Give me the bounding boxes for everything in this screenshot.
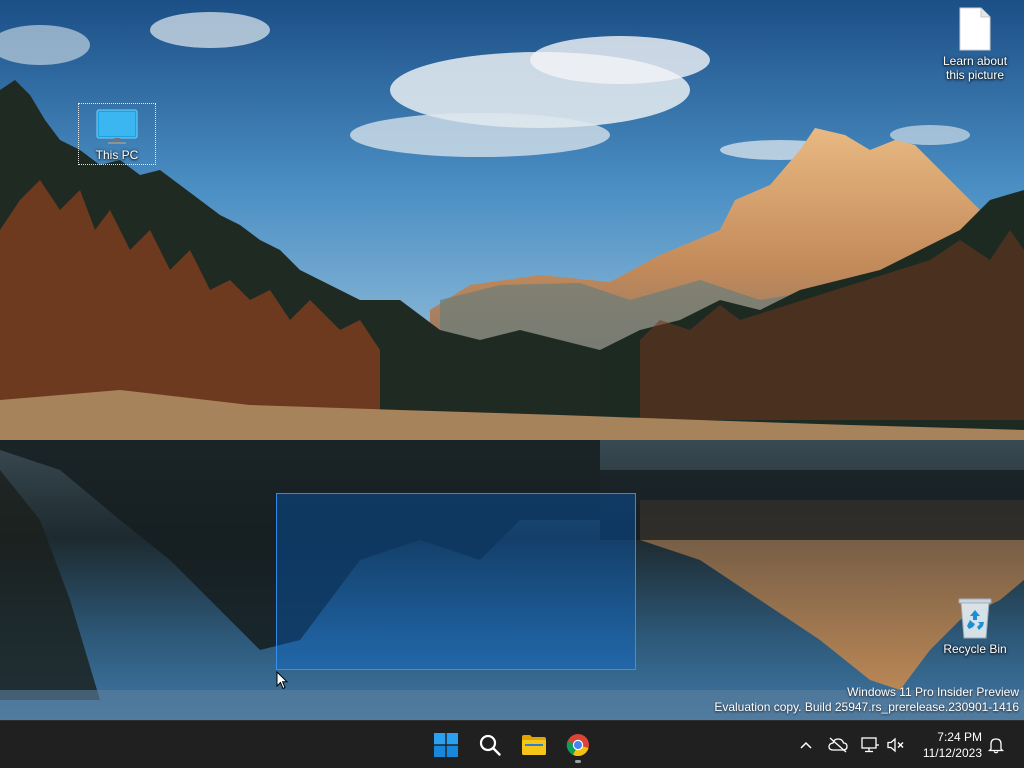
- watermark-line-edition: Windows 11 Pro Insider Preview: [847, 685, 1019, 699]
- start-button[interactable]: [426, 725, 466, 765]
- monitor-icon: [96, 109, 138, 144]
- taskbar: 7:24 PM 11/12/2023: [0, 720, 1024, 768]
- file-explorer-button[interactable]: [514, 725, 554, 765]
- selection-rectangle: [276, 493, 636, 670]
- search-icon: [479, 734, 501, 756]
- recycle-bin-icon: [958, 598, 992, 639]
- desktop-icon-label: Recycle Bin: [943, 642, 1007, 656]
- desktop-icon-learn-about-picture[interactable]: Learn about this picture: [937, 6, 1013, 82]
- chevron-up-icon: [800, 741, 812, 749]
- volume-tray-button[interactable]: [884, 733, 908, 757]
- windows-logo-icon: [434, 733, 458, 757]
- folder-icon: [522, 735, 546, 755]
- watermark-line-build: Evaluation copy. Build 25947.rs_prerelea…: [714, 700, 1019, 714]
- network-tray-button[interactable]: [858, 733, 882, 757]
- evaluation-watermark: Windows 11 Pro Insider Preview Evaluatio…: [714, 685, 1019, 715]
- mouse-cursor-icon: [276, 671, 288, 690]
- volume-muted-icon: [887, 737, 904, 753]
- onedrive-tray-button[interactable]: [826, 733, 850, 757]
- running-indicator: [575, 760, 581, 763]
- cloud-offline-icon: [828, 737, 848, 753]
- show-hidden-icons-button[interactable]: [794, 733, 818, 757]
- desktop-icon-this-pc[interactable]: This PC: [78, 103, 156, 165]
- document-icon: [959, 7, 991, 51]
- notification-bell-icon: [988, 738, 1004, 754]
- desktop[interactable]: This PC Learn about this picture Recycle…: [0, 0, 1024, 768]
- chrome-icon: [566, 734, 589, 757]
- notifications-button[interactable]: [984, 733, 1008, 757]
- chrome-button[interactable]: [558, 725, 598, 765]
- desktop-icon-recycle-bin[interactable]: Recycle Bin: [937, 596, 1013, 656]
- network-icon: [861, 737, 879, 753]
- search-button[interactable]: [470, 725, 510, 765]
- system-clock[interactable]: 7:24 PM 11/12/2023: [912, 729, 982, 761]
- desktop-icon-label: Learn about this picture: [942, 54, 1008, 82]
- clock-date: 11/12/2023: [922, 746, 982, 760]
- clock-time: 7:24 PM: [937, 730, 982, 744]
- desktop-icon-label: This PC: [95, 148, 139, 162]
